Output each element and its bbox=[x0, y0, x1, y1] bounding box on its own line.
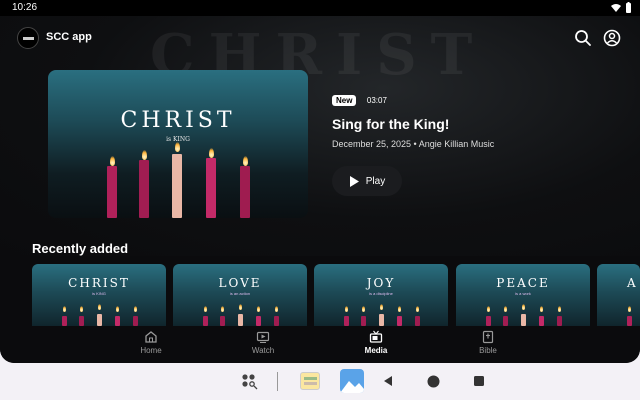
play-icon bbox=[349, 175, 359, 187]
app-window: CHRIST SCC app CHRIST is KING New 03:07 … bbox=[0, 16, 640, 363]
account-icon[interactable] bbox=[602, 28, 622, 48]
play-screen-icon bbox=[256, 331, 270, 343]
home-circle-icon[interactable] bbox=[427, 375, 440, 388]
system-nav-bar bbox=[0, 363, 640, 400]
card-title: JOY bbox=[366, 276, 396, 290]
video-subtitle: December 25, 2025 • Angie Killian Music bbox=[332, 139, 495, 149]
card-title: LOVE bbox=[218, 276, 262, 290]
hero-artwork[interactable]: CHRIST is KING bbox=[48, 70, 308, 218]
book-icon bbox=[482, 330, 494, 344]
nav-label-bible: Bible bbox=[479, 346, 497, 355]
nav-item-home[interactable]: Home bbox=[121, 330, 181, 355]
play-button[interactable]: Play bbox=[332, 166, 402, 196]
duration-badge: 03:07 bbox=[366, 96, 387, 105]
app-title: SCC app bbox=[46, 31, 92, 43]
back-icon[interactable] bbox=[382, 375, 394, 387]
video-title: Sing for the King! bbox=[332, 116, 450, 132]
media-card[interactable]: LOVE is an action bbox=[173, 264, 307, 326]
card-title: A bbox=[627, 276, 638, 290]
candle bbox=[172, 154, 182, 218]
app-bar: SCC app bbox=[0, 16, 640, 60]
photos-app-icon[interactable] bbox=[340, 369, 364, 393]
bottom-nav: Home Watch Media Bible bbox=[0, 326, 640, 363]
media-card[interactable]: A bbox=[597, 264, 640, 326]
candle-flame bbox=[142, 150, 147, 160]
card-subtitle: is a discipline bbox=[369, 291, 393, 296]
status-bar: 10:26 bbox=[0, 0, 640, 16]
candle-flame bbox=[110, 156, 115, 166]
nav-item-media[interactable]: Media bbox=[346, 330, 406, 355]
media-card[interactable]: JOY is a discipline bbox=[314, 264, 448, 326]
app-logo[interactable] bbox=[17, 27, 39, 49]
gallery-app-icon[interactable] bbox=[300, 372, 320, 390]
battery-icon bbox=[626, 2, 631, 13]
nav-item-watch[interactable]: Watch bbox=[233, 330, 293, 355]
home-icon bbox=[145, 331, 157, 343]
candle bbox=[240, 166, 250, 218]
nav-item-bible[interactable]: Bible bbox=[458, 330, 518, 355]
play-button-label: Play bbox=[365, 175, 386, 187]
divider bbox=[277, 372, 278, 391]
hero-meta: New 03:07 Sing for the King! December 25… bbox=[332, 90, 494, 149]
recents-icon[interactable] bbox=[473, 375, 485, 387]
nav-label-watch: Watch bbox=[251, 346, 275, 355]
card-subtitle: is KING bbox=[92, 291, 106, 296]
card-title: PEACE bbox=[496, 276, 550, 290]
app-drawer-icon[interactable] bbox=[240, 372, 260, 392]
candle-flame bbox=[175, 142, 180, 152]
nav-label-media: Media bbox=[364, 346, 388, 355]
candle bbox=[206, 158, 216, 218]
tv-icon bbox=[369, 330, 383, 343]
status-time: 10:26 bbox=[12, 2, 38, 13]
recently-added-rail[interactable]: CHRIST is KING LOVE is an action JOY is … bbox=[32, 264, 640, 326]
card-title: CHRIST bbox=[68, 276, 130, 290]
candle-flame bbox=[209, 148, 214, 158]
candle bbox=[107, 166, 117, 218]
media-card[interactable]: CHRIST is KING bbox=[32, 264, 166, 326]
wifi-icon bbox=[611, 3, 621, 12]
nav-label-home: Home bbox=[140, 346, 162, 355]
candle-flame bbox=[243, 156, 248, 166]
card-subtitle: is a work bbox=[515, 291, 531, 296]
hero-art-title: CHRIST bbox=[120, 108, 236, 133]
new-badge: New bbox=[332, 95, 357, 106]
media-card[interactable]: PEACE is a work bbox=[456, 264, 590, 326]
section-title-recently-added: Recently added bbox=[32, 241, 129, 256]
search-icon[interactable] bbox=[573, 28, 593, 48]
card-subtitle: is an action bbox=[229, 291, 251, 296]
candle bbox=[139, 160, 149, 218]
